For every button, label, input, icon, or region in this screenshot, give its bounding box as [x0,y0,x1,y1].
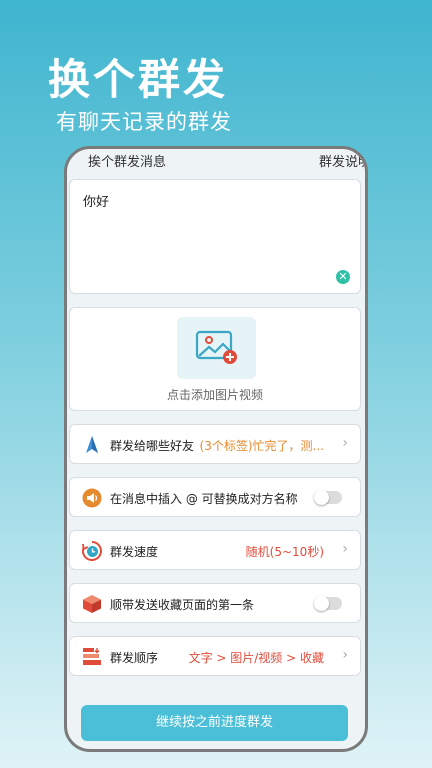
insert-mention-toggle[interactable] [314,490,342,505]
chevron-right-icon: › [342,541,348,557]
setting-speed[interactable]: 群发速度 随机(5~10秒) › [69,530,361,570]
chevron-right-icon: › [342,647,348,663]
phone-frame: 挨个群发消息 群发说明 你好 ✕ 点击添加图片视频 群发给哪些好友 (3个标签)… [64,146,368,752]
recipients-label: 群发给哪些好友 [110,439,195,453]
speed-value: 随机(5~10秒) [245,545,324,559]
clear-icon[interactable]: ✕ [336,270,350,284]
cube-icon [83,595,101,613]
message-text[interactable]: 你好 [83,191,109,210]
chevron-right-icon: › [342,435,348,451]
send-favorite-toggle[interactable] [314,596,342,611]
speaker-icon [82,488,102,508]
continue-send-button[interactable]: 继续按之前进度群发 [81,705,348,741]
speed-label: 群发速度 [110,545,159,559]
hero-title: 换个群发 [48,55,229,104]
paper-plane-icon [86,436,98,453]
add-media-card[interactable]: 点击添加图片视频 [69,307,361,411]
message-input[interactable]: 你好 ✕ [69,179,361,294]
order-value: 文字 > 图片/视频 > 收藏 [188,651,324,665]
setting-order[interactable]: 群发顺序 文字 > 图片/视频 > 收藏 › [69,636,361,676]
add-image-icon [195,330,237,364]
setting-send-favorite[interactable]: 顺带发送收藏页面的第一条 [69,583,361,623]
add-media-button[interactable] [177,317,256,379]
clock-icon [82,541,102,561]
help-link[interactable]: 群发说明 [319,151,365,170]
insert-mention-label: 在消息中插入 @ 可替换成对方名称 [110,492,298,506]
list-order-icon [83,648,101,665]
send-favorite-label: 顺带发送收藏页面的第一条 [110,598,255,612]
setting-recipients[interactable]: 群发给哪些好友 (3个标签)忙完了，测... › [69,424,361,464]
setting-insert-mention[interactable]: 在消息中插入 @ 可替换成对方名称 [69,477,361,517]
add-media-label: 点击添加图片视频 [166,388,263,402]
order-label: 群发顺序 [110,651,159,665]
screen-header: 挨个群发消息 群发说明 [67,149,365,175]
hero-subtitle: 有聊天记录的群发 [56,110,232,134]
page-title: 挨个群发消息 [88,155,167,170]
recipients-value: (3个标签)忙完了，测... [199,439,324,453]
